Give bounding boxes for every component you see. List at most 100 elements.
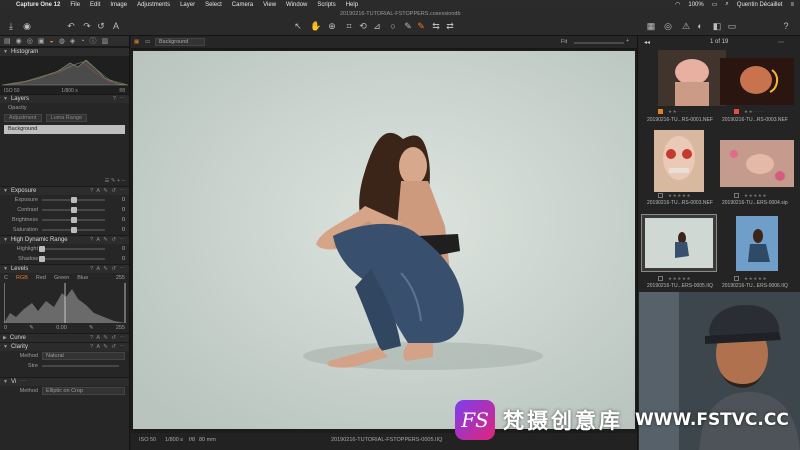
exposure-slider-slider[interactable] [42,197,105,203]
zoom-in-icon[interactable]: + [626,38,629,44]
checkbox-4[interactable] [734,193,739,198]
checkbox-3[interactable] [658,193,663,198]
checkbox-5[interactable] [658,276,663,281]
thumbnail-2[interactable] [720,58,794,105]
collapse-arrow-icon[interactable]: ▼ [3,379,8,385]
layer-select[interactable]: Background [155,38,205,46]
menu-layer[interactable]: Layer [180,2,195,8]
slider-knob[interactable] [39,246,45,252]
menu-camera[interactable]: Camera [232,2,253,8]
wifi-icon[interactable]: ◠ [675,1,680,8]
user-name[interactable]: Quentin Décaillet [737,2,783,8]
hdr-header[interactable]: ▼ High Dynamic Range ? A ✎ ↺ ⋯ [0,235,129,244]
search-icon[interactable]: ⌕ [725,1,728,8]
grid-view-icon[interactable]: ▦ [646,21,656,31]
collapse-arrow-icon[interactable]: ▼ [3,96,8,102]
thumbnail-5[interactable] [645,218,713,268]
exposure-slider-value[interactable]: 0 [111,227,125,233]
slider-knob[interactable] [70,227,77,233]
section-controls[interactable]: ⋯ [20,379,27,385]
channel-red[interactable]: Red [36,275,46,281]
rating-3[interactable]: ★★★★★ [668,193,691,199]
thumbnail-4[interactable] [720,140,794,187]
clarity-method-select[interactable]: Natural [42,352,125,360]
rating-6[interactable]: ★★★★★ [744,276,767,282]
color-tag-2[interactable] [734,109,739,114]
loupe-icon[interactable]: ◎ [663,21,673,31]
section-controls[interactable]: ? A ✎ ↺ ⋯ [90,188,126,194]
reset-icon[interactable]: ↺ [96,21,106,31]
menu-window[interactable]: Window [286,2,307,8]
exposure-slider-slider[interactable] [42,207,105,213]
slider-knob[interactable] [70,217,77,223]
adjustment-button[interactable]: Adjustment [4,114,42,122]
histogram-header[interactable]: ▼ Histogram [0,47,129,56]
details-tab-icon[interactable]: ◈ [70,37,75,45]
select-tool-icon[interactable]: ↖ [293,21,303,31]
levels-out-white[interactable]: 255 [116,325,125,331]
slider-knob[interactable] [70,207,77,213]
thumbnail-1[interactable] [658,50,726,106]
thumbnail-6[interactable] [736,216,778,271]
collapse-arrow-icon[interactable]: ▼ [3,266,8,272]
menu-scripts[interactable]: Scripts [317,2,335,8]
lens-tab-icon[interactable]: ◎ [27,37,33,45]
redo-icon[interactable]: ↷ [82,21,92,31]
channel-rgb[interactable]: RGB [16,275,28,281]
section-controls[interactable]: ? A ✎ ↺ ⋯ [90,237,126,243]
exposure-header[interactable]: ▼ Exposure ? A ✎ ↺ ⋯ [0,186,129,195]
menu-image[interactable]: Image [110,2,127,8]
menu-list-icon[interactable]: ≡ [790,2,794,8]
composition-tab-icon[interactable]: ▣ [38,37,45,45]
clarity-header[interactable]: ▼ Clarity ? A ✎ ↺ ⋯ [0,342,129,351]
menu-adjustments[interactable]: Adjustments [137,2,170,8]
rotate-tool-icon[interactable]: ⟲ [358,21,368,31]
color-tab-icon[interactable]: ◍ [59,37,65,45]
rating-1[interactable]: ★★····· [668,109,688,115]
zoom-tool-icon[interactable]: ⊕ [327,21,337,31]
layer-background[interactable]: Background [4,125,125,134]
undo-icon[interactable]: ↶ [66,21,76,31]
exposure-slider-value[interactable]: 0 [111,217,125,223]
app-menu[interactable]: Capture One 12 [16,2,60,8]
menu-select[interactable]: Select [205,2,222,8]
battery-label[interactable]: 100% [688,2,703,8]
output-tab-icon[interactable]: ▥ [101,37,108,45]
rating-2[interactable]: ★★····· [744,109,764,115]
hdr-slider-value[interactable]: 0 [111,246,125,252]
collapse-arrow-icon[interactable]: ▼ [3,237,8,243]
browser-back-icon[interactable]: ◂◂ [644,39,650,46]
capture-icon[interactable]: ◉ [22,21,32,31]
adjustments-tab-icon[interactable]: ◔ [80,38,84,45]
hdr-slider-value[interactable]: 0 [111,256,125,262]
menu-help[interactable]: Help [346,2,358,8]
exposure-slider-value[interactable]: 0 [111,197,125,203]
collapse-arrow-icon[interactable]: ▼ [3,49,8,55]
exposure-tab-icon[interactable]: ◒ [49,38,53,45]
capture-tab-icon[interactable]: ◉ [16,37,22,45]
channel-blue[interactable]: Blue [77,275,88,281]
text-tool-icon[interactable]: A [111,21,121,31]
levels-out-mid[interactable]: 0.00 [56,325,67,331]
menu-edit[interactable]: Edit [90,2,100,8]
warning-icon[interactable]: ⚠ [681,21,691,31]
battery-icon[interactable]: ▭ [712,1,718,8]
eyedropper-white-icon[interactable]: ✎ [89,325,94,331]
crop-tool-icon[interactable]: ⌗ [344,21,354,31]
browser-menu-icon[interactable]: ⋯ [778,39,784,46]
menu-view[interactable]: View [263,2,276,8]
luma-range-button[interactable]: Luma Range [45,114,88,122]
copy-adjustments-icon[interactable]: ⇆ [431,21,441,31]
keystone-tool-icon[interactable]: ⊿ [372,21,382,31]
curve-header[interactable]: ▶ Curve ? A ✎ ↺ ⋯ [0,333,129,342]
pan-tool-icon[interactable]: ✋ [310,21,321,31]
apply-adjustments-icon[interactable]: ⇄ [445,21,455,31]
exposure-slider-slider[interactable] [42,227,105,233]
channel-green[interactable]: Green [54,275,69,281]
exposure-slider-value[interactable]: 0 [111,207,125,213]
collapse-arrow-icon[interactable]: ▼ [3,188,8,194]
section-controls[interactable]: ? A ✎ ↺ ⋯ [90,344,126,350]
clarity-slider[interactable] [42,365,119,367]
levels-in-white[interactable]: 255 [116,275,125,281]
layer-view-icon[interactable]: ▭ [145,39,150,45]
